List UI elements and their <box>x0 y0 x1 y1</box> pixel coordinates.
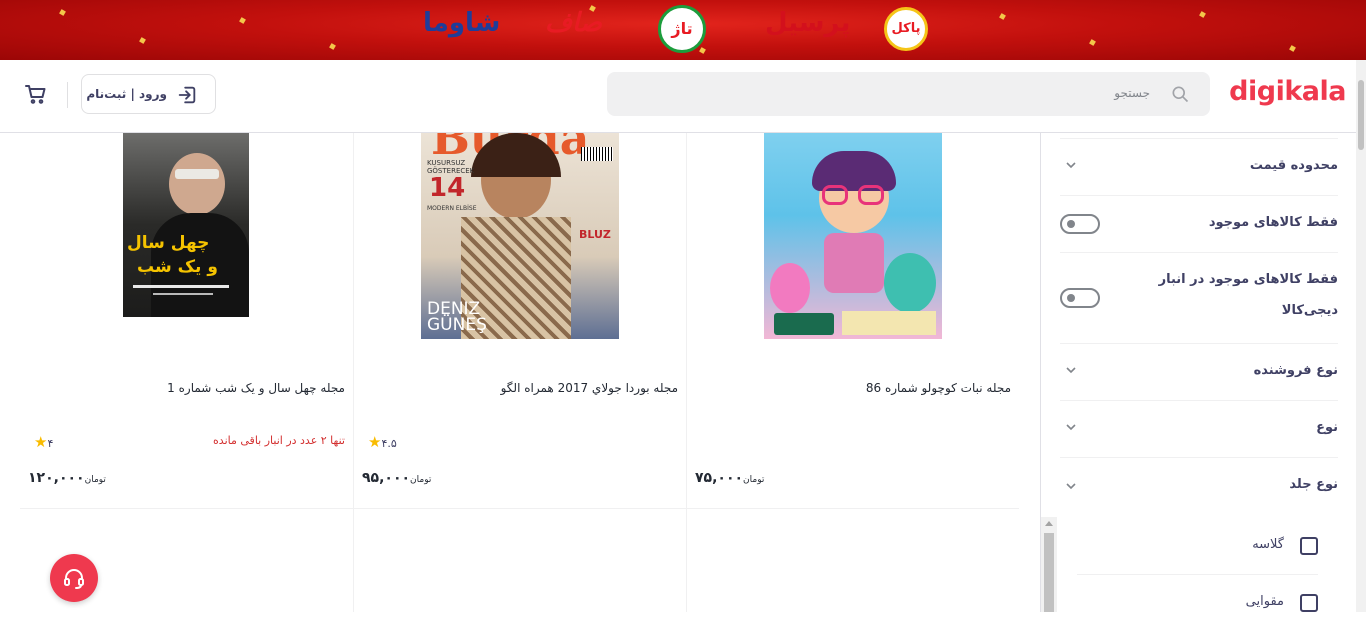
search-box[interactable]: جستجو <box>607 72 1210 116</box>
login-button[interactable]: ورود | ثبت‌نام <box>81 74 216 114</box>
banner-brand-taj: تاژ <box>658 5 706 53</box>
promo-banner[interactable]: شاوما صاف تاژ پرسیل پاکل <box>0 0 1366 60</box>
option-label: مقوایی <box>1245 594 1284 609</box>
support-button[interactable] <box>50 554 98 602</box>
star-icon: ★ <box>368 433 382 451</box>
product-title[interactable]: مجله نبات کوچولو شماره 86 <box>866 381 1011 395</box>
product-card[interactable] <box>686 509 1019 612</box>
product-card[interactable]: Burda KUSURSUZ GÖSTERECEK 14 MODERN ELBİ… <box>353 133 686 509</box>
product-price: ۱۲۰,۰۰۰تومان <box>28 470 106 486</box>
banner-brand-pakal: پاکل <box>884 7 928 51</box>
banner-brand-persil: پرسیل <box>765 8 851 38</box>
banner-brand-shawma: شاوما <box>423 8 501 38</box>
chevron-up-icon <box>1066 483 1076 490</box>
search-icon <box>1172 86 1189 103</box>
filter-label: نوع جلد <box>1289 477 1338 492</box>
filter-binding-type[interactable]: نوع جلد <box>1060 458 1338 515</box>
headset-icon <box>64 569 84 589</box>
filter-price-range[interactable]: محدوده قیمت <box>1060 139 1338 196</box>
cardboard-checkbox[interactable] <box>1300 594 1318 612</box>
product-grid: مجله نبات کوچولو شماره 86 ۷۵,۰۰۰تومان Bu… <box>20 133 1019 612</box>
star-icon: ★ <box>34 433 48 451</box>
filters-sidebar: محدوده قیمت فقط کالاهای موجود فقط کالاها… <box>1040 133 1356 612</box>
chevron-down-icon <box>1066 424 1076 431</box>
product-image[interactable]: چهل سال و یک شب <box>123 133 249 317</box>
digikala-logo[interactable]: digikala <box>1229 76 1346 107</box>
chevron-down-icon <box>1066 162 1076 169</box>
filter-label: نوع فروشنده <box>1253 363 1338 378</box>
currency-label: تومان <box>410 475 432 485</box>
login-icon <box>178 86 196 104</box>
filter-option-cardboard[interactable]: مقوایی <box>1077 588 1318 618</box>
filter-label: فقط کالاهای موجود <box>1208 215 1338 230</box>
chevron-down-icon <box>1066 367 1076 374</box>
currency-label: تومان <box>743 475 765 485</box>
filter-options-scrollbar[interactable] <box>1041 517 1057 612</box>
filter-only-available[interactable]: فقط کالاهای موجود <box>1060 196 1338 253</box>
scroll-up-arrow-icon[interactable] <box>1045 521 1053 526</box>
search-input[interactable]: جستجو <box>1114 86 1150 100</box>
stock-warning: تنها ۲ عدد در انبار باقی مانده <box>213 434 345 447</box>
product-card[interactable]: چهل سال و یک شب مجله چهل سال و یک شب شما… <box>20 133 353 509</box>
option-label: گلاسه <box>1252 537 1284 552</box>
product-rating: ★۴.۵ <box>368 433 397 451</box>
product-card[interactable] <box>353 509 686 612</box>
currency-label: تومان <box>84 475 106 485</box>
only-available-toggle[interactable] <box>1060 214 1100 234</box>
filter-seller-type[interactable]: نوع فروشنده <box>1060 344 1338 401</box>
site-header: digikala جستجو ورود | ثبت‌نام <box>0 60 1356 133</box>
filter-option-glossy[interactable]: گلاسه <box>1077 531 1318 575</box>
product-price: ۷۵,۰۰۰تومان <box>695 470 765 486</box>
glossy-checkbox[interactable] <box>1300 537 1318 555</box>
product-card[interactable]: مجله نبات کوچولو شماره 86 ۷۵,۰۰۰تومان <box>686 133 1019 509</box>
filter-label: فقط کالاهای موجود در انبار <box>1158 272 1338 287</box>
product-price: ۹۵,۰۰۰تومان <box>362 470 432 486</box>
product-image[interactable] <box>764 133 942 339</box>
only-in-stock-toggle[interactable] <box>1060 288 1100 308</box>
page-scrollbar[interactable] <box>1356 60 1366 612</box>
filter-options-scrollbar-thumb[interactable] <box>1044 533 1054 612</box>
product-image[interactable]: Burda KUSURSUZ GÖSTERECEK 14 MODERN ELBİ… <box>421 133 619 339</box>
login-label: ورود | ثبت‌نام <box>86 87 167 101</box>
product-rating: ★۴ <box>34 433 54 451</box>
header-divider <box>67 82 68 108</box>
filter-label: محدوده قیمت <box>1249 158 1338 173</box>
product-title[interactable]: مجله چهل سال و یک شب شماره 1 <box>167 381 345 395</box>
filter-label-line2: دیجی‌کالا <box>1281 303 1338 318</box>
filter-only-in-stock[interactable]: فقط کالاهای موجود در انبار دیجی‌کالا <box>1060 253 1338 344</box>
filter-label: نوع <box>1316 420 1338 435</box>
filter-type[interactable]: نوع <box>1060 401 1338 458</box>
product-title[interactable]: مجله بوردا جولاي 2017 همراه الگو <box>501 381 678 395</box>
page-scrollbar-thumb[interactable] <box>1358 80 1364 150</box>
cart-icon[interactable] <box>24 82 48 106</box>
banner-brand-saf: صاف <box>545 8 602 38</box>
